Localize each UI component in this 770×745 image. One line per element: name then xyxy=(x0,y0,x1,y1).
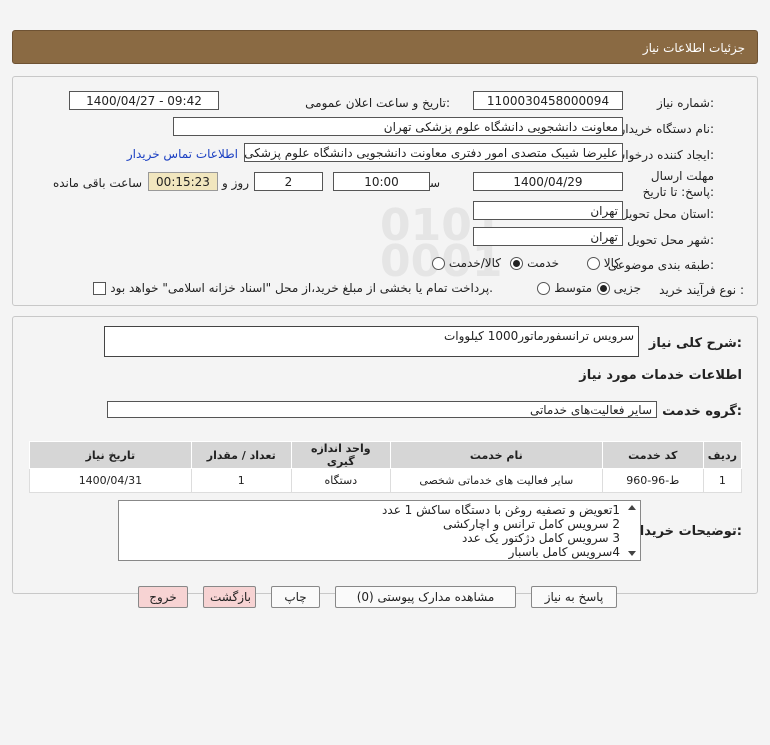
services-table: ردیف کد خدمت نام خدمت واحد اندازه گیری ت… xyxy=(29,441,743,493)
table-header-row: ردیف کد خدمت نام خدمت واحد اندازه گیری ت… xyxy=(29,441,743,469)
remaining-label: ساعت باقی مانده xyxy=(52,176,142,190)
radio-service[interactable] xyxy=(510,257,524,270)
col-date: تاریخ نیاز xyxy=(29,441,192,469)
category-option-service[interactable]: خدمت xyxy=(510,256,559,270)
reply-button[interactable]: پاسخ به نیاز xyxy=(531,586,617,608)
category-label: طبقه بندی موضوعی: xyxy=(607,258,714,272)
buyer-org-field: معاونت دانشجویی دانشگاه علوم پزشکی تهران xyxy=(173,117,623,136)
announce-date-label: تاریخ و ساعت اعلان عمومی: xyxy=(305,96,450,110)
treasury-checkbox[interactable] xyxy=(93,282,107,295)
buyer-note-line: 1تعویض و تصفیه روغن با دستگاه ساکش 1 عدد xyxy=(382,503,620,517)
buyer-contact-link[interactable]: اطلاعات تماس خریدار xyxy=(127,147,238,161)
city-label: شهر محل تحویل: xyxy=(627,233,714,247)
radio-goods-service[interactable] xyxy=(431,257,445,270)
category-option-label: کالا xyxy=(603,256,620,270)
deadline-time-field: 10:00 xyxy=(333,172,430,191)
buyer-org-label: نام دستگاه خریدار: xyxy=(619,122,715,136)
province-field: تهران xyxy=(473,201,623,220)
summary-label: شرح کلی نیاز: xyxy=(648,336,742,351)
col-code: کد خدمت xyxy=(601,441,704,469)
service-group-label: گروه خدمت: xyxy=(662,404,742,419)
back-button[interactable]: بازگشت xyxy=(203,586,256,608)
buyer-note-line: 4سرویس کامل باسبار xyxy=(508,545,620,559)
deadline-label: مهلت ارسال پاسخ: تا تاریخ: xyxy=(642,169,714,199)
category-option-goods[interactable]: کالا xyxy=(586,256,620,270)
category-option-label: خدمت xyxy=(527,256,559,270)
buyer-note-line: 3 سرویس کامل دژکتور یک عدد xyxy=(461,531,620,545)
buyer-notes-box[interactable]: 1تعویض و تصفیه روغن با دستگاه ساکش 1 عدد… xyxy=(118,500,641,561)
treasury-note: پرداخت تمام یا بخشی از مبلغ خرید،از محل … xyxy=(110,281,493,295)
province-label: استان محل تحویل: xyxy=(619,207,714,221)
service-group-field: سایر فعالیت‌های خدماتی xyxy=(107,401,657,418)
city-field: تهران xyxy=(473,227,623,246)
page-title: جزئیات اطلاعات نیاز xyxy=(642,41,745,55)
days-field: 2 xyxy=(254,172,323,191)
col-unit: واحد اندازه گیری xyxy=(290,441,391,469)
need-number-field: 1100030458000094 xyxy=(473,91,623,110)
need-number-label: شماره نیاز: xyxy=(656,96,714,110)
category-option-goods-service[interactable]: کالا/خدمت xyxy=(431,256,501,270)
view-attachments-button[interactable]: مشاهده مدارک پیوستی (0) xyxy=(335,586,516,608)
category-option-label: کالا/خدمت xyxy=(448,256,501,270)
deadline-date-field: 1400/04/29 xyxy=(473,172,623,191)
announce-date-field: 1400/04/27 - 09:42 xyxy=(69,91,219,110)
exit-button[interactable]: خروج xyxy=(138,586,188,608)
cell-row: 1 xyxy=(702,468,743,493)
cell-unit: دستگاه xyxy=(290,468,391,493)
treasury-payment-option[interactable]: پرداخت تمام یا بخشی از مبلغ خرید،از محل … xyxy=(93,281,493,295)
purchase-option-label: متوسط xyxy=(554,281,592,295)
scroll-down-icon[interactable] xyxy=(628,551,636,556)
print-button[interactable]: چاپ xyxy=(271,586,320,608)
scroll-up-icon[interactable] xyxy=(628,505,636,510)
purchase-option-small[interactable]: جزیی xyxy=(596,281,641,295)
cell-date: 1400/04/31 xyxy=(29,468,192,493)
summary-field: سرویس ترانسفورماتور1000 کیلووات xyxy=(104,326,639,357)
cell-qty: 1 xyxy=(190,468,292,493)
cell-name: سایر فعالیت های خدماتی شخصی xyxy=(389,468,603,493)
cell-code: ط-96-960 xyxy=(601,468,704,493)
purchase-option-label: جزیی xyxy=(613,281,641,295)
radio-small[interactable] xyxy=(596,282,610,295)
remaining-time-field: 00:15:23 xyxy=(148,172,218,191)
radio-medium[interactable] xyxy=(537,282,551,295)
buyer-note-line: 2 سرویس کامل ترانس و اچارکشی xyxy=(442,517,620,531)
days-label: روز و xyxy=(222,176,249,190)
services-heading: اطلاعات خدمات مورد نیاز xyxy=(579,368,742,383)
table-row: 1 ط-96-960 سایر فعالیت های خدماتی شخصی د… xyxy=(29,468,743,493)
page-header: جزئیات اطلاعات نیاز xyxy=(12,30,758,64)
purchase-option-medium[interactable]: متوسط xyxy=(537,281,592,295)
col-qty: تعداد / مقدار xyxy=(190,441,292,469)
buyer-notes-label: توضیحات خریدار: xyxy=(632,524,742,539)
creator-field: علیرضا شیبک متصدی امور دفتری معاونت دانش… xyxy=(244,143,623,162)
col-row: ردیف xyxy=(702,441,743,469)
col-name: نام خدمت xyxy=(389,441,603,469)
radio-goods[interactable] xyxy=(586,257,600,270)
purchase-type-label: نوع فرآیند خرید : xyxy=(659,283,744,297)
